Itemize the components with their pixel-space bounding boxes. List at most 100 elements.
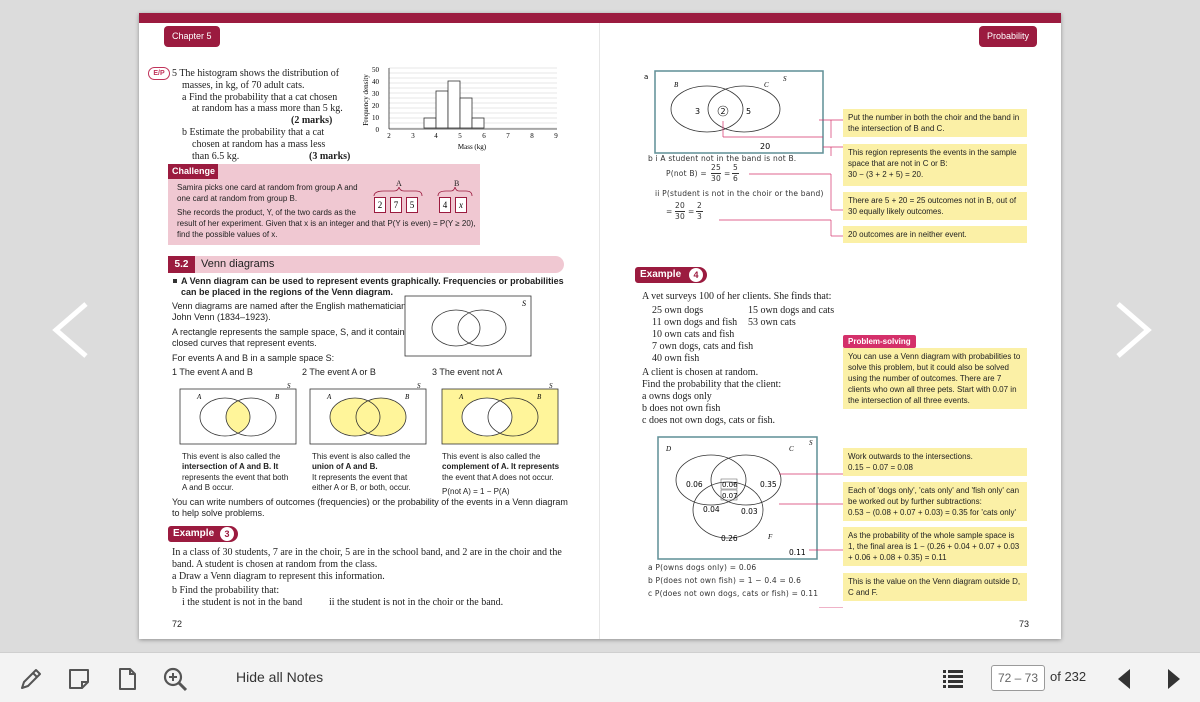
venn-value: 0.06 — [686, 480, 703, 489]
venn-heading: 3 The event not A — [432, 367, 503, 377]
note-text: Each of 'dogs only', 'cats only' and 'fi… — [848, 486, 1020, 506]
venn-desc: This event is also called the — [182, 452, 281, 461]
example-text: band. A student is chosen at random from… — [172, 559, 378, 570]
key-point: A Venn diagram can be used to represent … — [181, 276, 564, 286]
example-item: 10 own cats and fish — [652, 329, 735, 340]
venn-label: A — [458, 393, 464, 401]
margin-note: This region represents the events in the… — [843, 144, 1027, 186]
margin-note: Put the number in both the choir and the… — [843, 109, 1027, 137]
example-text: A client is chosen at random. — [642, 367, 759, 378]
venn-desc: the event that A does not occur. — [442, 473, 554, 482]
histogram-bar — [423, 117, 437, 129]
note-text: 0.15 − 0.07 = 0.08 — [848, 463, 913, 472]
card: 5 — [406, 197, 418, 213]
card: 4 — [439, 197, 451, 213]
example-label: Example — [640, 269, 682, 280]
chapter-label: Chapter 5 — [164, 26, 220, 47]
working-line: P(not B) = — [666, 169, 707, 178]
venn-label: S — [783, 75, 787, 83]
chevron-left-icon[interactable] — [48, 300, 92, 360]
q5-line: b Estimate the probability that a cat — [182, 127, 325, 138]
group-braces — [373, 187, 473, 197]
example-text: a Draw a Venn diagram to represent this … — [172, 571, 385, 582]
body-text: A rectangle represents the sample space,… — [172, 327, 410, 337]
chevron-right-icon[interactable] — [1112, 300, 1156, 360]
venn-label: A — [196, 393, 202, 401]
venn-label: C — [764, 81, 769, 89]
x-tick: 3 — [411, 132, 415, 140]
venn-label: C — [789, 445, 794, 453]
prev-page-icon[interactable] — [1114, 667, 1134, 691]
y-tick: 50 — [372, 66, 380, 74]
example-text: c does not own dogs, cats or fish. — [642, 415, 776, 426]
venn-heading: 1 The event A and B — [172, 367, 253, 377]
margin-note: 20 outcomes are in neither event. — [843, 226, 1027, 243]
histogram-bar — [459, 97, 473, 129]
next-page-icon[interactable] — [1164, 667, 1184, 691]
histogram-bar — [447, 80, 461, 129]
body-text: closed curves that represent events. — [172, 338, 317, 348]
section-number: 5.2 — [168, 256, 195, 273]
venn-label: F — [767, 533, 773, 541]
example-number: 4 — [689, 268, 703, 282]
marks-b: (3 marks) — [309, 151, 351, 162]
y-tick: 20 — [372, 102, 380, 110]
page-number-left: 72 — [172, 619, 183, 629]
margin-note: Each of 'dogs only', 'cats only' and 'fi… — [843, 482, 1027, 521]
venn-label: S — [549, 382, 553, 390]
venn-value: 0.06 — [722, 481, 738, 489]
venn-desc: complement of A. It represents — [442, 462, 560, 471]
list-icon[interactable] — [940, 666, 966, 692]
venn-desc: either A or B, or both, occur. — [312, 483, 411, 492]
example-item: 11 own dogs and fish — [652, 317, 738, 328]
example-3-tag: Example 3 — [168, 526, 238, 542]
q5-line: masses, in kg, of 70 adult cats. — [182, 80, 305, 91]
histogram-bar — [471, 117, 485, 129]
fraction-num: 2 — [697, 201, 702, 210]
x-tick: 8 — [530, 132, 534, 140]
marks-a: (2 marks) — [291, 115, 333, 126]
page-range-field[interactable]: 72 – 73 — [991, 665, 1045, 691]
venn-desc: represents the event that both — [182, 473, 289, 482]
hide-notes-button[interactable]: Hide all Notes — [236, 669, 323, 685]
venn-value: 0.26 — [721, 534, 738, 543]
example-text: In a class of 30 students, 7 are in the … — [172, 547, 562, 558]
ep-badge: E/P — [148, 67, 170, 80]
body-text: For events A and B in a sample space S: — [172, 353, 335, 363]
example-text: A vet surveys 100 of her clients. She fi… — [642, 291, 832, 302]
y-tick: 10 — [372, 114, 380, 122]
histogram: 0 10 20 30 40 50 2 3 4 5 6 7 8 9 Mass (k… — [362, 66, 558, 151]
venn-label: B — [674, 81, 679, 89]
body-text: to help solve problems. — [172, 508, 265, 518]
venn-desc: This event is also called the — [442, 452, 541, 461]
venn-intersection: A B S — [179, 382, 297, 445]
page-icon[interactable] — [114, 666, 140, 692]
x-axis-label: Mass (kg) — [458, 143, 487, 151]
example-item: 53 own cats — [748, 317, 796, 328]
venn-label: S — [417, 382, 421, 390]
venn-label: S — [809, 439, 813, 447]
reader-viewport: Chapter 5 Probability E/P 5 The histogra… — [0, 0, 1200, 652]
q5-line: chosen at random has a mass less — [192, 139, 326, 150]
x-tick: 9 — [554, 132, 558, 140]
body-text: You can write numbers of outcomes (frequ… — [172, 497, 568, 507]
x-tick: 4 — [434, 132, 438, 140]
note-icon[interactable] — [66, 666, 92, 692]
reader-toolbar: Hide all Notes 72 – 73 of 232 — [0, 652, 1200, 702]
margin-note: This is the value on the Venn diagram ou… — [843, 573, 1027, 601]
answer-line: a P(owns dogs only) = 0.06 — [648, 563, 757, 572]
example-text: b does not own fish — [642, 403, 721, 414]
x-tick: 6 — [482, 132, 486, 140]
x-tick: 5 — [458, 132, 462, 140]
challenge-text: result of her experiment. Given that x i… — [177, 219, 476, 228]
problem-solving-note: You can use a Venn diagram with probabil… — [843, 348, 1027, 409]
example-item: 7 own dogs, cats and fish — [652, 341, 754, 352]
header-band — [139, 13, 1061, 23]
zoom-in-icon[interactable] — [162, 666, 188, 692]
y-tick: 0 — [376, 126, 380, 134]
pencil-icon[interactable] — [18, 666, 44, 692]
body-text: Venn diagrams are named after the Englis… — [172, 301, 407, 311]
venn-label: A — [326, 393, 332, 401]
margin-note: There are 5 + 20 = 25 outcomes not in B,… — [843, 192, 1027, 220]
venn-heading: 2 The event A or B — [302, 367, 376, 377]
